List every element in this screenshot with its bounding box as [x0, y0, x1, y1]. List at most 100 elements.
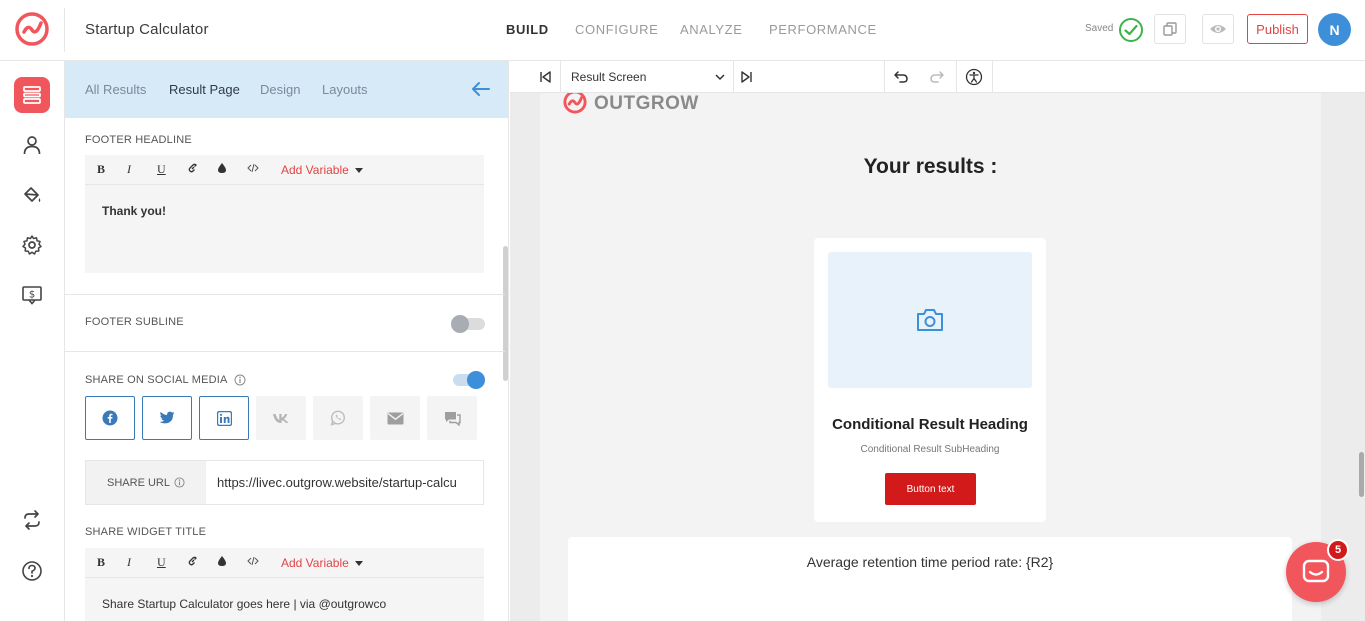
- nav-analyze[interactable]: ANALYZE: [680, 22, 742, 37]
- editor-toolbar: B I U Add Variable: [85, 155, 484, 185]
- card-cta-button[interactable]: Button text: [885, 473, 976, 505]
- share-url-label: SHARE URL: [107, 476, 170, 489]
- camera-icon: [917, 309, 943, 331]
- footer-headline-label: FOOTER HEADLINE: [85, 134, 192, 146]
- redo-icon[interactable]: [928, 68, 946, 86]
- share-social-toggle[interactable]: [453, 371, 485, 389]
- code-icon[interactable]: [247, 162, 277, 177]
- chat-bubble-icon: [1302, 559, 1330, 583]
- chat-notification-badge: 5: [1327, 539, 1349, 561]
- divider: [992, 61, 993, 93]
- average-retention-text[interactable]: Average retention time period rate: {R2}: [568, 554, 1292, 570]
- footer-headline-editor[interactable]: B I U Add Variable Thank you!: [85, 155, 484, 273]
- copy-icon: [1163, 22, 1177, 36]
- undo-icon[interactable]: [892, 68, 910, 86]
- divider: [560, 61, 561, 93]
- link-icon[interactable]: [187, 162, 217, 178]
- facebook-share-button[interactable]: [85, 396, 135, 440]
- add-variable-dropdown[interactable]: Add Variable: [281, 556, 363, 570]
- outgrow-brand: OUTGROW: [562, 93, 699, 115]
- whatsapp-icon: [330, 410, 346, 426]
- card-heading[interactable]: Conditional Result Heading: [814, 416, 1046, 433]
- twitter-share-button[interactable]: [142, 396, 192, 440]
- nav-performance[interactable]: PERFORMANCE: [769, 22, 877, 37]
- brand-text: OUTGROW: [594, 93, 699, 114]
- tab-layouts[interactable]: Layouts: [322, 82, 368, 97]
- eye-icon: [1210, 25, 1226, 33]
- divider: [733, 61, 734, 93]
- message-share-button[interactable]: [427, 396, 477, 440]
- share-url-value[interactable]: https://livec.outgrow.website/startup-ca…: [217, 475, 479, 490]
- rail-pricing[interactable]: $: [14, 277, 50, 313]
- refresh-icon: [24, 510, 40, 530]
- result-image-placeholder[interactable]: [828, 252, 1032, 388]
- bold-button[interactable]: B: [97, 555, 127, 570]
- share-widget-title-text[interactable]: Share Startup Calculator goes here | via…: [85, 578, 484, 621]
- caret-down-icon: [354, 560, 363, 566]
- info-icon[interactable]: [174, 477, 185, 488]
- accessibility-icon[interactable]: [965, 68, 983, 86]
- italic-button[interactable]: I: [127, 162, 157, 177]
- arrow-left-icon[interactable]: [469, 79, 491, 99]
- underline-button[interactable]: U: [157, 555, 187, 570]
- help-icon: [22, 561, 42, 581]
- divider: [884, 61, 885, 93]
- toggle-knob: [451, 315, 469, 333]
- whatsapp-share-button[interactable]: [313, 396, 363, 440]
- share-url-label-box: SHARE URL: [86, 461, 206, 504]
- link-icon[interactable]: [187, 555, 217, 571]
- bold-button[interactable]: B: [97, 162, 127, 177]
- preview-canvas: OUTGROW Your results : Conditional Resul…: [540, 93, 1321, 621]
- rail-sync[interactable]: [14, 502, 50, 538]
- vk-share-button[interactable]: [256, 396, 306, 440]
- rail-design[interactable]: [14, 177, 50, 213]
- email-share-button[interactable]: [370, 396, 420, 440]
- footer-subline-toggle[interactable]: [451, 315, 485, 333]
- last-screen-icon[interactable]: [738, 68, 756, 86]
- preview-scrollbar[interactable]: [1359, 452, 1364, 497]
- info-icon[interactable]: [234, 374, 246, 386]
- result-card[interactable]: Conditional Result Heading Conditional R…: [814, 238, 1046, 522]
- share-url-field[interactable]: SHARE URL https://livec.outgrow.website/…: [85, 460, 484, 505]
- rail-help[interactable]: [14, 553, 50, 589]
- vk-icon: [273, 413, 289, 423]
- left-rail: $: [0, 61, 65, 621]
- divider: [65, 294, 505, 295]
- nav-configure[interactable]: CONFIGURE: [575, 22, 658, 37]
- outgrow-logo-icon[interactable]: [14, 11, 50, 47]
- color-drop-icon[interactable]: [217, 162, 247, 178]
- footer-headline-text[interactable]: Thank you!: [85, 185, 484, 237]
- add-variable-dropdown[interactable]: Add Variable: [281, 163, 363, 177]
- tab-result-page[interactable]: Result Page: [169, 82, 240, 97]
- chevron-down-icon[interactable]: [711, 68, 729, 86]
- duplicate-button[interactable]: [1154, 14, 1186, 44]
- first-screen-icon[interactable]: [536, 68, 554, 86]
- card-subheading[interactable]: Conditional Result SubHeading: [814, 444, 1046, 455]
- preview-button[interactable]: [1202, 14, 1234, 44]
- rail-user[interactable]: [14, 127, 50, 163]
- rail-settings[interactable]: [14, 227, 50, 263]
- paint-bucket-icon: [24, 187, 41, 202]
- nav-build[interactable]: BUILD: [506, 22, 549, 37]
- linkedin-icon: [216, 410, 232, 426]
- underline-button[interactable]: U: [157, 162, 187, 177]
- tab-all-results[interactable]: All Results: [85, 82, 146, 97]
- average-retention-box[interactable]: Average retention time period rate: {R2}: [568, 537, 1292, 621]
- avatar[interactable]: N: [1318, 13, 1351, 46]
- gear-icon: [22, 235, 42, 255]
- saved-status: Saved: [1085, 23, 1114, 34]
- panel-scrollbar[interactable]: [503, 246, 508, 381]
- tab-design[interactable]: Design: [260, 82, 300, 97]
- results-title[interactable]: Your results :: [540, 155, 1321, 179]
- linkedin-share-button[interactable]: [199, 396, 249, 440]
- share-widget-title-editor[interactable]: B I U Add Variable Share Startup Calcula…: [85, 548, 484, 621]
- publish-button[interactable]: Publish: [1247, 14, 1308, 44]
- settings-panel: All Results Result Page Design Layouts F…: [65, 61, 509, 621]
- code-icon[interactable]: [247, 555, 277, 570]
- screen-select[interactable]: Result Screen: [571, 70, 646, 84]
- user-icon: [23, 136, 41, 155]
- italic-button[interactable]: I: [127, 555, 157, 570]
- rail-build[interactable]: [14, 77, 50, 113]
- color-drop-icon[interactable]: [217, 555, 247, 571]
- top-bar: Startup Calculator BUILD CONFIGURE ANALY…: [0, 0, 1365, 61]
